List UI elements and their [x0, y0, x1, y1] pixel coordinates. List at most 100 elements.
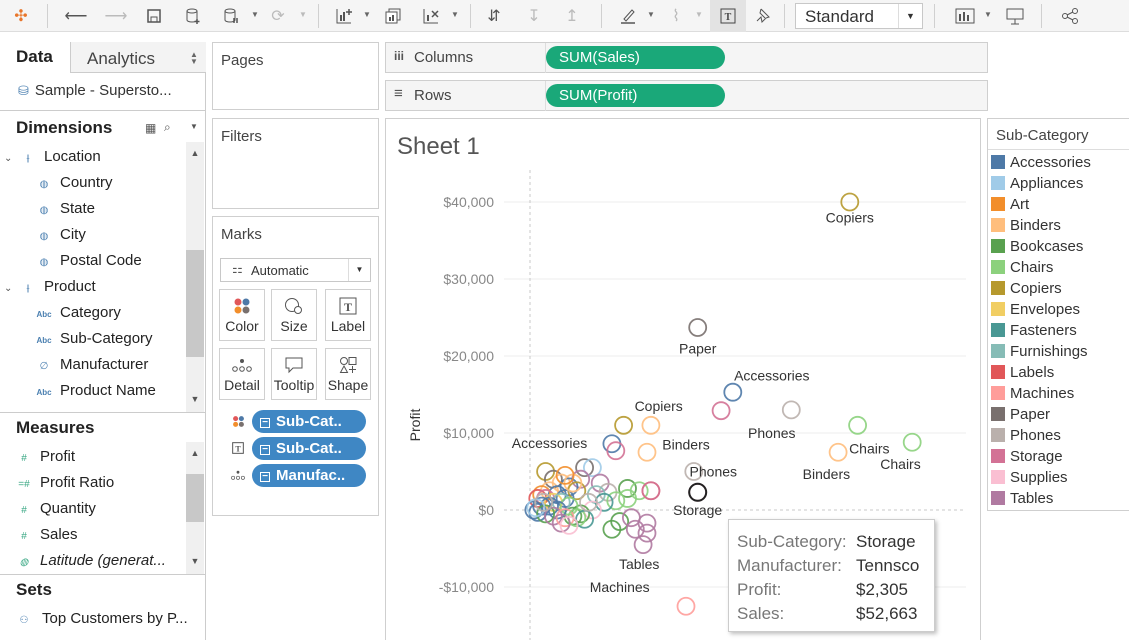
- data-point[interactable]: [711, 401, 731, 421]
- legend-item[interactable]: Bookcases: [991, 238, 1083, 255]
- redo-icon[interactable]: ⟶: [104, 4, 128, 28]
- dimension-category[interactable]: Abc Category: [34, 304, 120, 321]
- marks-pill-color[interactable]: − Sub-Cat..: [252, 410, 366, 433]
- scroll-up-icon[interactable]: ▲: [186, 148, 204, 158]
- legend-item[interactable]: Storage: [991, 448, 1063, 465]
- measure-profit-ratio[interactable]: =# Profit Ratio: [14, 474, 114, 491]
- legend-item[interactable]: Machines: [991, 385, 1074, 402]
- data-point[interactable]: [781, 400, 801, 420]
- legend-item[interactable]: Fasteners: [991, 322, 1077, 339]
- legend-item[interactable]: Paper: [991, 406, 1050, 423]
- dimension-product-name[interactable]: Abc Product Name: [34, 382, 155, 399]
- dimension-manufacturer[interactable]: ∅ Manufacturer: [34, 356, 149, 373]
- legend-item[interactable]: Phones: [991, 427, 1061, 444]
- datasource-item[interactable]: ⛁ Sample - Supersto...: [18, 82, 172, 99]
- data-point[interactable]: [848, 415, 868, 435]
- legend-item[interactable]: Chairs: [991, 259, 1053, 276]
- measure-sales[interactable]: # Sales: [14, 526, 77, 543]
- chevron-down-icon[interactable]: ▼: [190, 122, 198, 131]
- measure-latitude[interactable]: ◍ Latitude (generat...: [14, 552, 166, 569]
- legend-item[interactable]: Appliances: [991, 175, 1083, 192]
- data-point[interactable]: [633, 535, 653, 555]
- size-button[interactable]: Size: [271, 289, 317, 341]
- data-point[interactable]: [902, 432, 922, 452]
- search-icon[interactable]: ⌕: [164, 120, 171, 135]
- rows-pill-profit[interactable]: SUM(Profit): [546, 84, 725, 107]
- pin-axes-icon[interactable]: [751, 4, 775, 28]
- chevron-down-icon[interactable]: ▼: [299, 10, 307, 19]
- legend-item[interactable]: Accessories: [991, 154, 1091, 171]
- data-point[interactable]: [723, 382, 743, 402]
- marks-pill-detail[interactable]: − Manufac..: [252, 464, 366, 487]
- dimension-product[interactable]: ⌄ ⫲ Product: [4, 278, 96, 295]
- group-members-icon[interactable]: ⌇: [664, 4, 688, 28]
- data-point[interactable]: [621, 508, 641, 528]
- clear-sheet-icon[interactable]: [419, 4, 443, 28]
- legend-item[interactable]: Labels: [991, 364, 1054, 381]
- data-point-selected[interactable]: [688, 482, 708, 502]
- data-point[interactable]: [637, 442, 657, 462]
- save-icon[interactable]: [142, 4, 166, 28]
- chevron-down-icon[interactable]: ▼: [984, 10, 992, 19]
- scroll-down-icon[interactable]: ▼: [186, 556, 204, 566]
- tooltip-button[interactable]: Tooltip: [271, 348, 317, 400]
- chevron-down-icon[interactable]: ▼: [647, 10, 655, 19]
- data-point[interactable]: [618, 489, 637, 508]
- pages-card[interactable]: Pages: [212, 42, 379, 110]
- dimension-sub-category[interactable]: Abc Sub-Category: [34, 330, 152, 347]
- detail-button[interactable]: Detail: [219, 348, 265, 400]
- show-mark-labels-icon[interactable]: T: [710, 0, 746, 32]
- dimension-location[interactable]: ⌄ ⫲ Location: [4, 148, 101, 165]
- view-mode-select[interactable]: Standard ▼: [795, 3, 923, 29]
- data-point[interactable]: [637, 523, 657, 543]
- refresh-icon[interactable]: ⟳: [266, 4, 290, 28]
- dimension-city[interactable]: ◍ City: [34, 226, 86, 243]
- chevron-down-icon[interactable]: ▼: [251, 10, 259, 19]
- data-point[interactable]: [641, 481, 661, 501]
- data-point[interactable]: [641, 415, 661, 435]
- filters-card[interactable]: Filters: [212, 118, 379, 209]
- highlight-icon[interactable]: [616, 4, 640, 28]
- new-worksheet-icon[interactable]: [332, 4, 356, 28]
- collapse-icon[interactable]: −: [260, 418, 270, 428]
- tableau-logo-icon[interactable]: ✣: [9, 4, 33, 28]
- shape-button[interactable]: Shape: [325, 348, 371, 400]
- color-button[interactable]: Color: [219, 289, 265, 341]
- label-button[interactable]: T Label: [325, 289, 371, 341]
- data-point[interactable]: [676, 596, 696, 616]
- sort-ascending-icon[interactable]: ↧: [522, 4, 546, 28]
- chevron-down-icon[interactable]: ▼: [695, 10, 703, 19]
- scrollbar-thumb[interactable]: [186, 250, 204, 357]
- dimension-postal-code[interactable]: ◍ Postal Code: [34, 252, 142, 269]
- dimension-state[interactable]: ◍ State: [34, 200, 95, 217]
- legend-item[interactable]: Envelopes: [991, 301, 1080, 318]
- set-top-customers[interactable]: ⚇ Top Customers by P...: [16, 610, 188, 627]
- tab-analytics[interactable]: Analytics: [87, 49, 155, 69]
- data-point[interactable]: [828, 442, 848, 462]
- show-me-icon[interactable]: [953, 4, 977, 28]
- legend-item[interactable]: Furnishings: [991, 343, 1088, 360]
- chevron-down-icon[interactable]: ▼: [451, 10, 459, 19]
- chevron-down-icon[interactable]: ▼: [898, 4, 922, 28]
- scrollbar-thumb[interactable]: [186, 474, 204, 522]
- data-point[interactable]: [688, 318, 708, 337]
- legend-item[interactable]: Binders: [991, 217, 1061, 234]
- collapse-icon[interactable]: ⌄: [4, 153, 18, 164]
- legend-item[interactable]: Tables: [991, 490, 1053, 507]
- collapse-icon[interactable]: −: [260, 472, 270, 482]
- mark-type-select[interactable]: ⚏ Automatic ▼: [220, 258, 371, 282]
- duplicate-sheet-icon[interactable]: [381, 4, 405, 28]
- measure-quantity[interactable]: # Quantity: [14, 500, 96, 517]
- data-point[interactable]: [614, 415, 634, 435]
- pause-updates-icon[interactable]: [219, 4, 243, 28]
- scroll-up-icon[interactable]: ▲: [186, 448, 204, 458]
- legend-item[interactable]: Art: [991, 196, 1029, 213]
- chevron-down-icon[interactable]: ▼: [348, 259, 370, 281]
- undo-icon[interactable]: ⟵: [64, 4, 88, 28]
- sort-descending-icon[interactable]: ↥: [560, 4, 584, 28]
- collapse-icon[interactable]: ⌄: [4, 283, 18, 294]
- legend-item[interactable]: Supplies: [991, 469, 1068, 486]
- measure-profit[interactable]: # Profit: [14, 448, 75, 465]
- new-datasource-icon[interactable]: [181, 4, 205, 28]
- view-toggle-icon[interactable]: ▦: [145, 121, 156, 135]
